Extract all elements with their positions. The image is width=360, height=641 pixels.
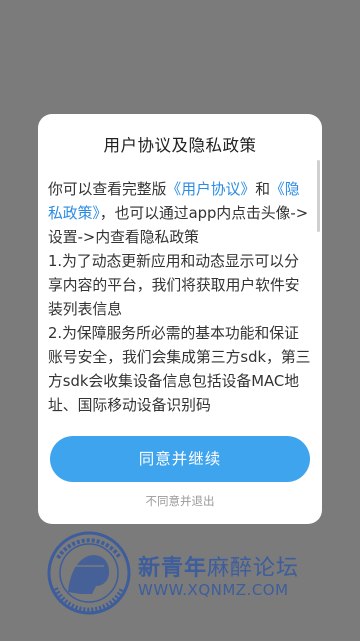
forum-logo-icon [47, 531, 131, 615]
forum-name: 新青年麻醉论坛 [138, 556, 300, 581]
forum-watermark: 新青年麻醉论坛 WWW.XQNMZ.COM [46, 530, 316, 615]
user-agreement-link[interactable]: 《用户协议》 [166, 181, 255, 198]
agree-continue-button[interactable]: 同意并继续 [50, 436, 310, 482]
dialog-title: 用户协议及隐私政策 [103, 136, 257, 155]
forum-url: WWW.XQNMZ.COM [138, 581, 289, 599]
intro-paragraph: 你可以查看完整版《用户协议》和《隐私政策》，也可以通过app内点击头像->设置-… [48, 181, 309, 246]
content-scrollbar[interactable] [317, 160, 320, 232]
disagree-exit-link[interactable]: 不同意并退出 [38, 493, 322, 509]
policy-item-2: 2.为保障服务所必需的基本功能和保证账号安全，我们会集成第三方sdk，第三方sd… [48, 325, 311, 414]
privacy-dialog: 用户协议及隐私政策 你可以查看完整版《用户协议》和《隐私政策》，也可以通过app… [38, 114, 322, 524]
policy-item-1: 1.为了动态更新应用和动态显示可以分享内容的平台，我们将获取用户软件安装列表信息 [48, 253, 300, 318]
